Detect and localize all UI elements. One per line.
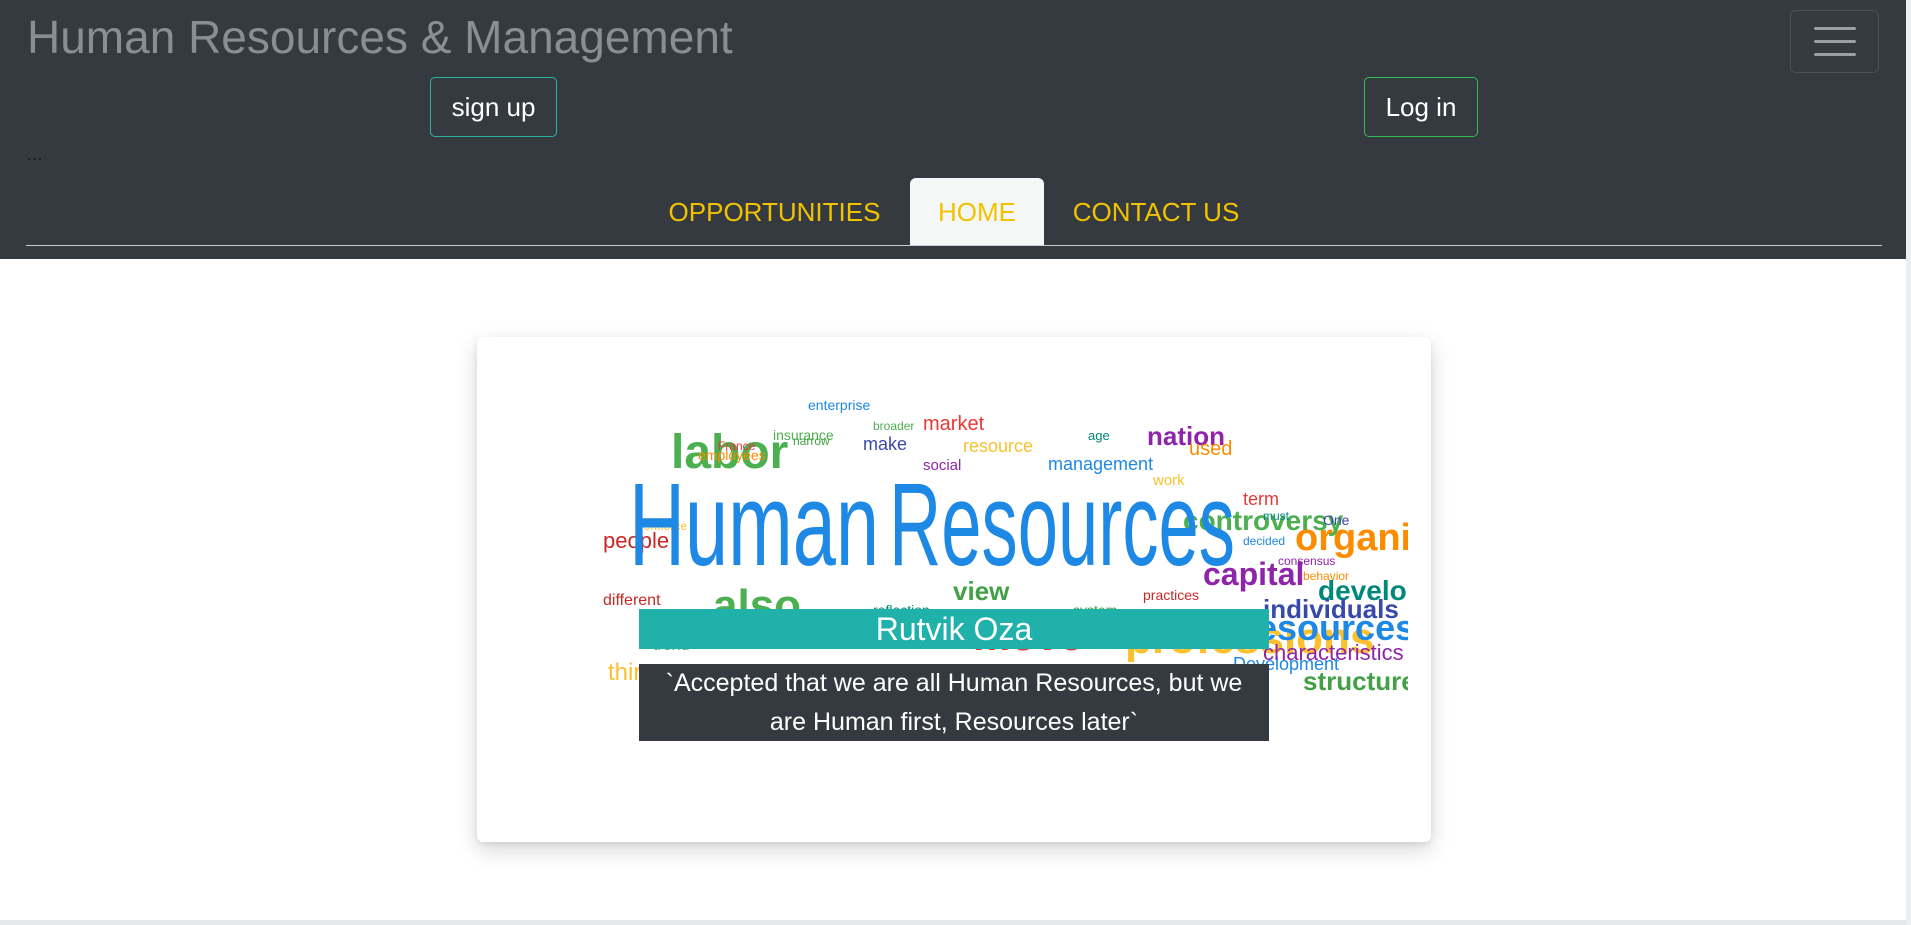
word-cloud-word: different	[603, 592, 661, 609]
navbar: Human Resources & Management sign up Log…	[0, 0, 1911, 259]
hamburger-menu-icon-bar	[1813, 40, 1856, 43]
tab-opportunities[interactable]: OPPORTUNITIES	[643, 178, 906, 246]
hamburger-menu-button[interactable]	[1790, 10, 1879, 73]
word-cloud-word: used	[1189, 438, 1232, 460]
word-cloud-word: behavior	[1303, 569, 1349, 583]
vertical-scrollbar[interactable]	[1906, 0, 1911, 925]
word-cloud-word: market	[923, 413, 985, 435]
sign-up-button[interactable]: sign up	[430, 77, 557, 137]
word-cloud-word: decided	[1243, 534, 1285, 548]
tab-home[interactable]: HOME	[910, 178, 1044, 246]
log-in-button[interactable]: Log in	[1364, 77, 1478, 137]
word-cloud-word: One	[1323, 512, 1350, 528]
word-cloud-word: resource	[963, 436, 1033, 456]
word-cloud-word: broader	[873, 419, 914, 433]
hamburger-menu-icon-bar	[1813, 53, 1856, 56]
brand-title[interactable]: Human Resources & Management	[27, 10, 733, 64]
word-cloud-title-resources: Resources	[889, 459, 1235, 591]
word-cloud-word: enterprise	[808, 400, 870, 413]
word-cloud-word: characteristics	[1263, 640, 1404, 665]
nav-divider	[26, 245, 1882, 246]
caption-author-name: Rutvik Oza	[639, 609, 1269, 649]
caption-quote: `Accepted that we are all Human Resource…	[639, 664, 1269, 741]
nav-tabs: OPPORTUNITIES HOME CONTACT US	[0, 178, 1911, 246]
word-cloud-word: term	[1243, 489, 1279, 509]
word-cloud-word: make	[863, 434, 907, 454]
word-cloud-word: narrow	[793, 434, 830, 448]
hamburger-menu-icon	[1813, 27, 1856, 30]
word-cloud-word: age	[1088, 428, 1110, 443]
word-cloud-word: consensus	[1278, 554, 1335, 568]
ellipsis-text: ...	[27, 147, 44, 164]
word-cloud-word: individuals	[1263, 594, 1399, 624]
word-cloud-word: France	[718, 439, 756, 453]
tab-contact-us[interactable]: CONTACT US	[1049, 178, 1263, 246]
page-bottom-border	[0, 920, 1911, 925]
word-cloud-word: must	[1263, 509, 1290, 523]
word-cloud-title-human: Human	[629, 459, 879, 591]
